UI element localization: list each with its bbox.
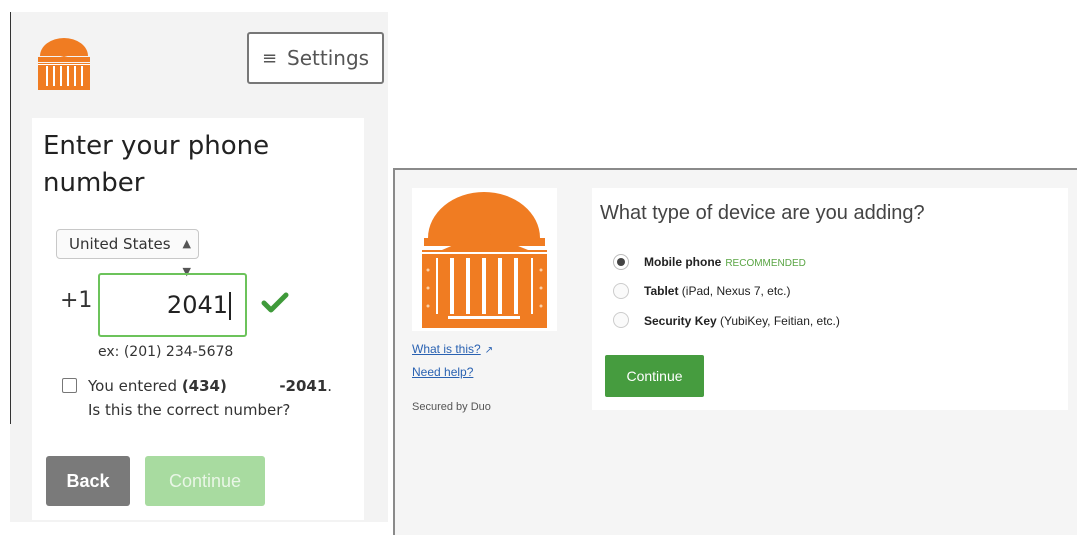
country-value: United States xyxy=(69,235,171,253)
radio-security-key[interactable] xyxy=(613,312,629,328)
recommended-badge: RECOMMENDED xyxy=(725,258,806,269)
radio-tablet[interactable] xyxy=(613,283,629,299)
country-code: +1 xyxy=(60,288,93,313)
option-security-key[interactable]: Security Key (YubiKey, Feitian, etc.) xyxy=(644,314,840,328)
settings-label: Settings xyxy=(287,46,370,70)
entered-area-code: (434) xyxy=(181,377,227,395)
confirm-number-checkbox[interactable] xyxy=(62,378,77,393)
country-select[interactable]: United States ▲ ▼ xyxy=(56,229,199,278)
need-help-link[interactable]: Need help? xyxy=(412,365,473,379)
option-mobile-phone[interactable]: Mobile phone RECOMMENDED xyxy=(644,255,806,269)
rotunda-logo-large xyxy=(412,188,557,331)
settings-button[interactable]: ≡ Settings xyxy=(247,32,384,84)
page-title: Enter your phone number xyxy=(43,131,270,198)
continue-button[interactable]: Continue xyxy=(605,355,704,397)
device-type-card: What type of device are you adding? Mobi… xyxy=(592,188,1068,410)
phone-number-input[interactable]: 2041 xyxy=(98,273,247,337)
phone-example: ex: (201) 234-5678 xyxy=(98,344,234,360)
entered-number-suffix: -2041 xyxy=(279,377,328,395)
option-tablet[interactable]: Tablet (iPad, Nexus 7, etc.) xyxy=(644,284,791,298)
menu-icon: ≡ xyxy=(261,47,278,69)
panel-divider xyxy=(10,12,11,424)
phone-card: Enter your phone number United States ▲ ▼… xyxy=(32,118,364,520)
checkmark-icon xyxy=(261,292,289,313)
confirm-number-label: You entered (434) -2041. Is this the cor… xyxy=(88,377,333,419)
continue-button-disabled[interactable]: Continue xyxy=(145,456,265,506)
text-caret xyxy=(229,292,231,320)
rotunda-logo xyxy=(422,192,547,328)
radio-mobile-phone[interactable] xyxy=(613,254,629,270)
phone-number-value: 2041 xyxy=(166,291,228,319)
device-type-title: What type of device are you adding? xyxy=(600,202,925,224)
secured-by-duo: Secured by Duo xyxy=(412,401,491,413)
back-button[interactable]: Back xyxy=(46,456,130,506)
rotunda-logo xyxy=(38,38,90,90)
external-link-icon: ↗ xyxy=(484,345,494,356)
what-is-this-link[interactable]: What is this? ↗ xyxy=(412,342,493,356)
